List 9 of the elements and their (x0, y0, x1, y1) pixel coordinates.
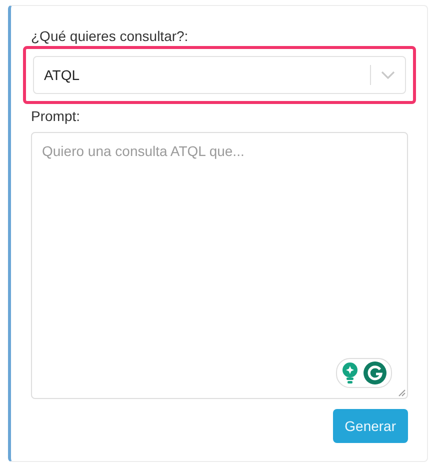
prompt-field[interactable]: Quiero una consulta ATQL que... (31, 132, 408, 399)
chevron-down-icon (381, 71, 395, 79)
lightbulb-icon (341, 362, 359, 384)
field-label: Prompt: (31, 108, 82, 124)
resize-handle-icon[interactable] (398, 389, 406, 397)
assistant-widget[interactable] (336, 358, 392, 388)
select-field[interactable]: ATQL (33, 56, 406, 94)
grammar-icon (363, 361, 387, 385)
field-label: ¿Qué quieres consultar?: (31, 28, 190, 44)
